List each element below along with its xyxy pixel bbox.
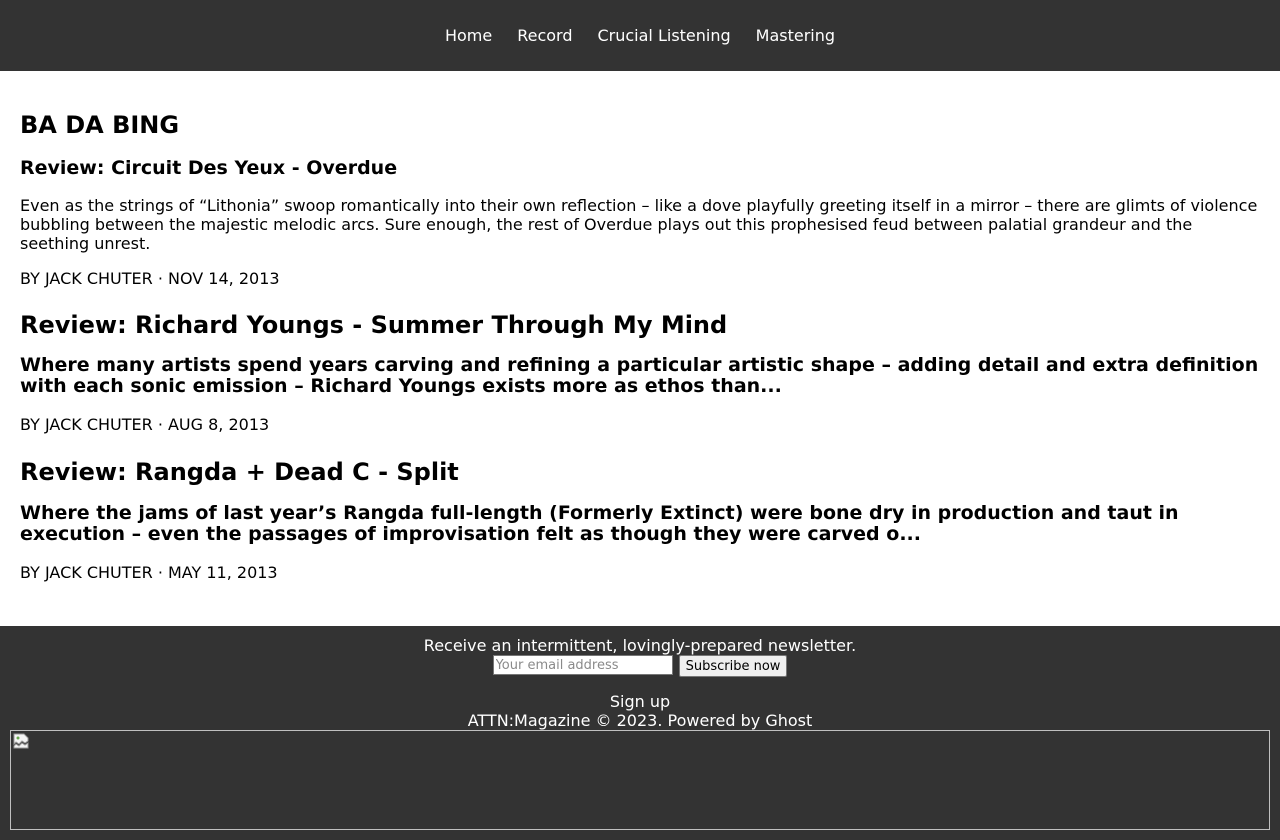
- newsletter-prompt: Receive an intermittent, lovingly-prepar…: [423, 636, 857, 655]
- site-footer: Receive an intermittent, lovingly-prepar…: [0, 626, 1280, 840]
- post-item: Review: Rangda + Dead C - Split Where th…: [20, 458, 1260, 582]
- post-byline: BY JACK CHUTER · NOV 14, 2013: [20, 269, 280, 288]
- email-input[interactable]: [492, 655, 673, 675]
- post-excerpt: Where many artists spend years carving a…: [20, 354, 1259, 397]
- footer-image: [10, 730, 1270, 830]
- post-item: Review: Circuit Des Yeux - Overdue Even …: [20, 157, 1260, 288]
- signup-link[interactable]: Sign up: [0, 692, 1280, 711]
- subscribe-form: Subscribe now: [0, 655, 1280, 677]
- nav-link-crucial-listening[interactable]: Crucial Listening: [597, 26, 730, 45]
- nav-link-home[interactable]: Home: [445, 26, 492, 45]
- post-excerpt: Even as the strings of “Lithonia” swoop …: [20, 196, 1258, 253]
- post-byline: BY JACK CHUTER · MAY 11, 2013: [20, 563, 278, 582]
- top-navigation: Home Record Crucial Listening Mastering: [0, 0, 1280, 71]
- post-title-link[interactable]: Review: Circuit Des Yeux - Overdue: [20, 157, 1260, 179]
- broken-image-icon: [13, 733, 29, 749]
- nav-link-record[interactable]: Record: [517, 26, 572, 45]
- post-title-link[interactable]: Review: Richard Youngs - Summer Through …: [20, 311, 1260, 339]
- post-byline: BY JACK CHUTER · AUG 8, 2013: [20, 415, 270, 434]
- page-title: BA DA BING: [20, 111, 180, 139]
- post-excerpt: Where the jams of last year’s Rangda ful…: [20, 502, 1179, 545]
- subscribe-button[interactable]: Subscribe now: [678, 655, 788, 677]
- copyright-text: ATTN:Magazine © 2023. Powered by Ghost: [467, 711, 813, 730]
- nav-link-mastering[interactable]: Mastering: [756, 26, 835, 45]
- post-item: Review: Richard Youngs - Summer Through …: [20, 311, 1260, 434]
- post-title-link[interactable]: Review: Rangda + Dead C - Split: [20, 458, 1260, 486]
